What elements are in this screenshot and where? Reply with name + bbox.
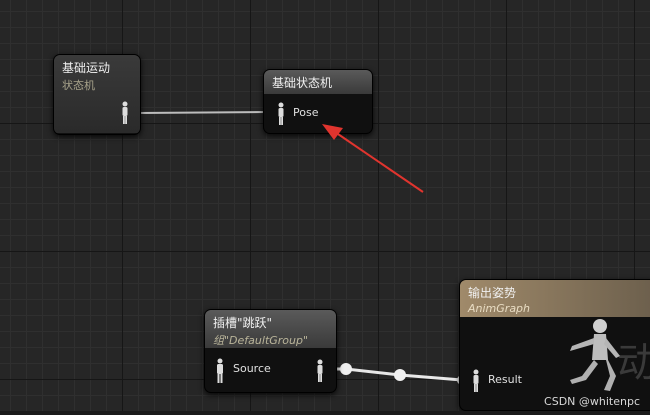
mannequin-icon <box>570 319 620 391</box>
node-subtitle: 组"DefaultGroup" <box>213 334 309 347</box>
bottom-strip <box>0 411 650 415</box>
node-header: 输出姿势 AnimGraph <box>460 280 650 317</box>
person-pin-icon[interactable] <box>315 359 325 383</box>
person-pin-icon[interactable] <box>214 358 226 384</box>
pin-label-result: Result <box>488 373 522 386</box>
node-header: 插槽"跳跃" 组"DefaultGroup" <box>205 310 336 348</box>
node-output-pose[interactable]: 输出姿势 AnimGraph 动 Result <box>459 279 650 411</box>
pin-label-source: Source <box>233 362 271 375</box>
node-subtitle: AnimGraph <box>468 302 531 315</box>
node-slot-jump[interactable]: 插槽"跳跃" 组"DefaultGroup" Source <box>204 309 337 393</box>
csdn-watermark: CSDN @whitenpc <box>544 395 640 408</box>
node-title: 输出姿势 <box>468 286 517 300</box>
node-title: 插槽"跳跃" <box>213 316 273 330</box>
person-pin-icon[interactable] <box>471 369 481 393</box>
